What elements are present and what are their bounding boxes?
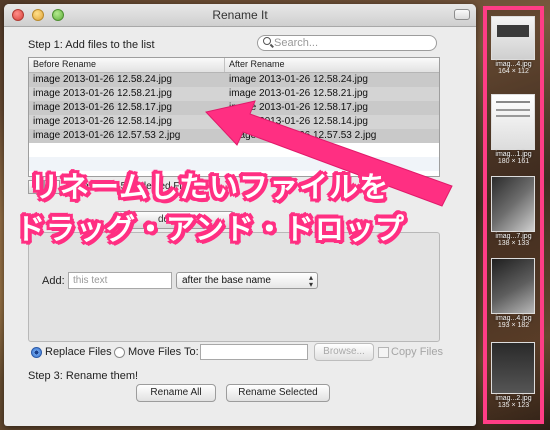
thumbnail-item[interactable]: imag...7.jpg 138 × 133 xyxy=(487,176,540,247)
thumbnail-item[interactable]: imag...4.jpg 164 × 112 xyxy=(487,16,540,75)
thumbnail-dimensions: 164 × 112 xyxy=(498,68,529,75)
thumbnail-item[interactable]: imag...4.jpg 193 × 182 xyxy=(487,258,540,329)
thumbnail-name: imag...7.jpg xyxy=(495,233,532,240)
thumbnail-dimensions: 135 × 123 xyxy=(497,402,530,409)
thumbnail-item[interactable]: imag...1.jpg 180 × 161 xyxy=(487,94,540,165)
thumbnail-dimensions: 193 × 182 xyxy=(497,322,530,329)
thumbnail-dimensions: 138 × 133 xyxy=(497,240,530,247)
thumbnail-name: imag...2.jpg xyxy=(495,395,532,402)
thumbnail-name: imag...1.jpg xyxy=(495,151,532,158)
thumbnail-image xyxy=(491,94,535,150)
thumbnail-image xyxy=(491,176,535,232)
annotation-line-2: ドラッグ・アンド・ドロップ xyxy=(16,212,405,246)
thumbnail-image xyxy=(491,16,535,60)
annotation-line-1: リネームしたいファイルを xyxy=(30,170,390,204)
thumbnail-item[interactable]: imag...2.jpg 135 × 123 xyxy=(487,342,540,409)
thumbnail-strip: imag...4.jpg 164 × 112 imag...1.jpg 180 … xyxy=(483,6,544,424)
thumbnail-dimensions: 180 × 161 xyxy=(497,158,530,165)
thumbnail-name: imag...4.jpg xyxy=(495,61,532,68)
thumbnail-name: imag...4.jpg xyxy=(495,315,532,322)
thumbnail-image xyxy=(491,342,535,394)
thumbnail-image xyxy=(491,258,535,314)
